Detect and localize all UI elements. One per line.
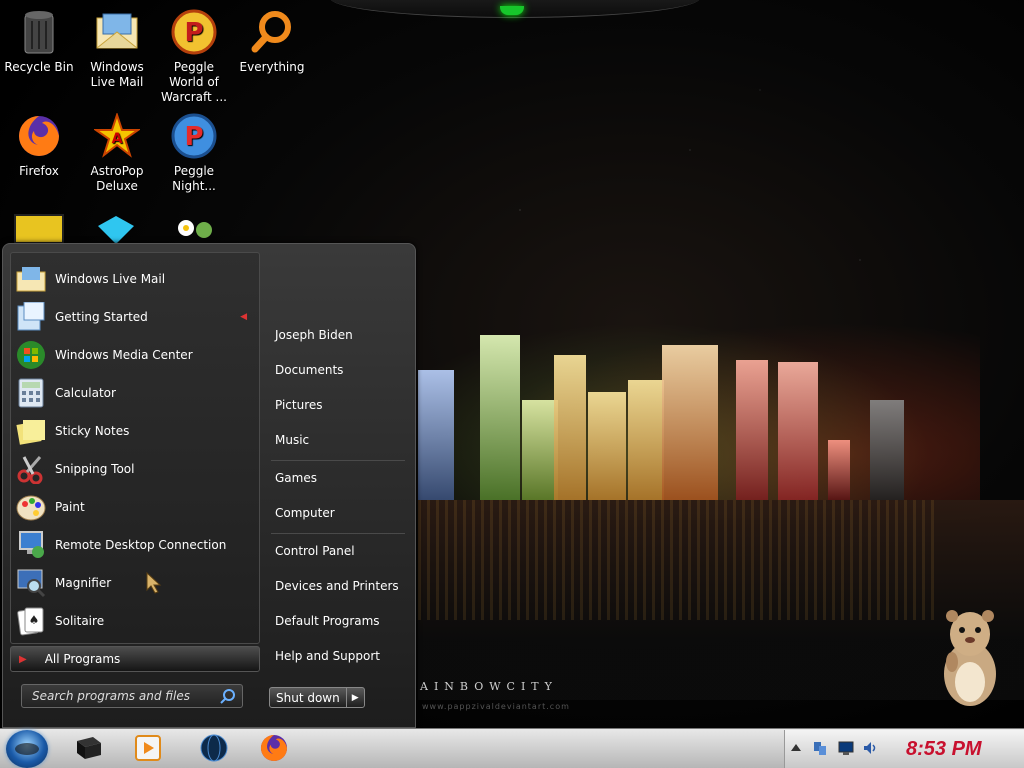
start-link-computer[interactable]: Computer xyxy=(275,502,405,524)
program-remote-desktop-connection[interactable]: Remote Desktop Connection xyxy=(15,527,255,563)
svg-text:P: P xyxy=(184,18,203,48)
desktop-icon-label: Peggle World of Warcraft ... xyxy=(161,60,227,104)
media-center-icon xyxy=(15,339,47,371)
wallpaper-credit-text: www.pappzivaldeviantart.com xyxy=(422,702,570,711)
desktop-icon-recycle-bin[interactable]: Recycle Bin xyxy=(0,8,78,75)
remote-desktop-icon xyxy=(15,529,47,561)
wallpaper-water-reflection xyxy=(418,500,938,620)
mail-icon xyxy=(15,263,47,295)
all-programs-button[interactable]: ▶ All Programs xyxy=(10,646,260,672)
calculator-icon xyxy=(15,377,47,409)
mail-icon xyxy=(93,8,141,56)
desktop-icon-label: Recycle Bin xyxy=(4,60,74,74)
start-orb-button[interactable] xyxy=(6,730,48,768)
partial-desktop-icon[interactable] xyxy=(14,214,64,244)
program-windows-media-center[interactable]: Windows Media Center xyxy=(15,337,255,373)
program-label: Paint xyxy=(55,500,85,514)
network-icon[interactable] xyxy=(812,740,828,756)
sticky-notes-icon xyxy=(15,415,47,447)
media-player-icon[interactable] xyxy=(132,732,164,764)
cards-icon: ♠ xyxy=(15,605,47,637)
search-icon xyxy=(220,688,236,707)
program-label: Windows Media Center xyxy=(55,348,193,362)
start-link-control-panel[interactable]: Control Panel xyxy=(275,540,405,562)
program-label: Remote Desktop Connection xyxy=(55,538,227,552)
desktop-icon-windows-live-mail[interactable]: Windows Live Mail xyxy=(78,8,156,90)
program-label: Getting Started xyxy=(55,310,148,324)
monitor-icon[interactable] xyxy=(838,740,854,756)
globe-icon[interactable] xyxy=(198,732,230,764)
start-link-pictures[interactable]: Pictures xyxy=(275,394,405,416)
shutdown-button[interactable]: Shut down xyxy=(270,688,346,707)
start-search-input[interactable]: Search programs and files xyxy=(21,684,243,708)
program-getting-started[interactable]: Getting Started ◀ xyxy=(15,299,255,335)
start-link-devices-and-printers[interactable]: Devices and Printers xyxy=(275,575,405,597)
desktop-icon-label: AstroPop Deluxe xyxy=(90,164,144,193)
magnifying-glass-icon xyxy=(248,8,296,56)
show-hidden-icon[interactable] xyxy=(788,740,804,756)
start-menu-programs-pane: Windows Live Mail Getting Started ◀ Wind… xyxy=(10,252,260,644)
peggle-icon: P xyxy=(170,8,218,56)
program-calculator[interactable]: Calculator xyxy=(15,375,255,411)
desktop-icon-label: Peggle Night... xyxy=(172,164,216,193)
svg-text:♠: ♠ xyxy=(29,613,40,627)
mouse-cursor-icon xyxy=(146,572,162,594)
magnifier-icon xyxy=(15,567,47,599)
firefox-icon[interactable] xyxy=(258,732,290,764)
desktop-icon-label: Everything xyxy=(239,60,305,74)
start-link-documents[interactable]: Documents xyxy=(275,359,405,381)
flower-icon[interactable] xyxy=(174,214,218,244)
wallpaper-green-led xyxy=(500,6,524,15)
svg-text:P: P xyxy=(184,122,203,152)
start-link-games[interactable]: Games xyxy=(275,467,405,489)
computer-icon[interactable] xyxy=(72,732,104,764)
hamster-gadget-icon[interactable] xyxy=(930,600,1008,710)
start-link-music[interactable]: Music xyxy=(275,429,405,451)
submenu-arrow-icon: ◀ xyxy=(240,312,247,322)
start-link-default-programs[interactable]: Default Programs xyxy=(275,610,405,632)
separator xyxy=(271,460,405,461)
shutdown-options-arrow-icon[interactable]: ▶ xyxy=(345,688,364,707)
diamond-icon[interactable] xyxy=(98,216,134,244)
desktop-icon-peggle-nights[interactable]: P Peggle Night... xyxy=(155,112,233,194)
start-menu: Windows Live Mail Getting Started ◀ Wind… xyxy=(2,243,416,728)
firefox-icon xyxy=(15,112,63,160)
desktop-icon-label: Windows Live Mail xyxy=(90,60,144,89)
getting-started-icon xyxy=(15,301,47,333)
separator xyxy=(271,533,405,534)
peggle-nights-icon: P xyxy=(170,112,218,160)
all-programs-label: All Programs xyxy=(44,652,121,666)
program-solitaire[interactable]: ♠ Solitaire xyxy=(15,603,255,639)
start-link-user[interactable]: Joseph Biden xyxy=(275,324,405,346)
program-label: Snipping Tool xyxy=(55,462,135,476)
start-link-help-and-support[interactable]: Help and Support xyxy=(275,645,405,667)
program-label: Sticky Notes xyxy=(55,424,130,438)
recycle-bin-icon xyxy=(15,8,63,56)
search-placeholder: Search programs and files xyxy=(32,689,190,703)
program-magnifier[interactable]: Magnifier xyxy=(15,565,255,601)
program-paint[interactable]: Paint xyxy=(15,489,255,525)
city-skyline xyxy=(418,330,978,500)
program-snipping-tool[interactable]: Snipping Tool xyxy=(15,451,255,487)
desktop-icon-peggle-world-of-warcraft[interactable]: P Peggle World of Warcraft ... xyxy=(155,8,233,105)
all-programs-arrow-icon: ▶ xyxy=(19,653,27,665)
desktop-icon-everything[interactable]: Everything xyxy=(233,8,311,75)
astropop-icon: A xyxy=(93,112,141,160)
program-label: Magnifier xyxy=(55,576,112,590)
wallpaper-brand-text: AINBOWCITY xyxy=(420,680,558,693)
program-label: Solitaire xyxy=(55,614,105,628)
volume-icon[interactable] xyxy=(862,740,878,756)
svg-text:A: A xyxy=(112,131,123,147)
scissors-icon xyxy=(15,453,47,485)
desktop-icon-label: Firefox xyxy=(19,164,59,178)
program-label: Windows Live Mail xyxy=(55,272,166,286)
palette-icon xyxy=(15,491,47,523)
program-label: Calculator xyxy=(55,386,116,400)
taskbar-clock[interactable]: 8:53 PM xyxy=(906,738,982,761)
program-windows-live-mail[interactable]: Windows Live Mail xyxy=(15,261,255,297)
program-sticky-notes[interactable]: Sticky Notes xyxy=(15,413,255,449)
desktop-icon-firefox[interactable]: Firefox xyxy=(0,112,78,179)
shutdown-button-group: Shut down ▶ xyxy=(269,687,365,708)
desktop-icon-astropop-deluxe[interactable]: A AstroPop Deluxe xyxy=(78,112,156,194)
